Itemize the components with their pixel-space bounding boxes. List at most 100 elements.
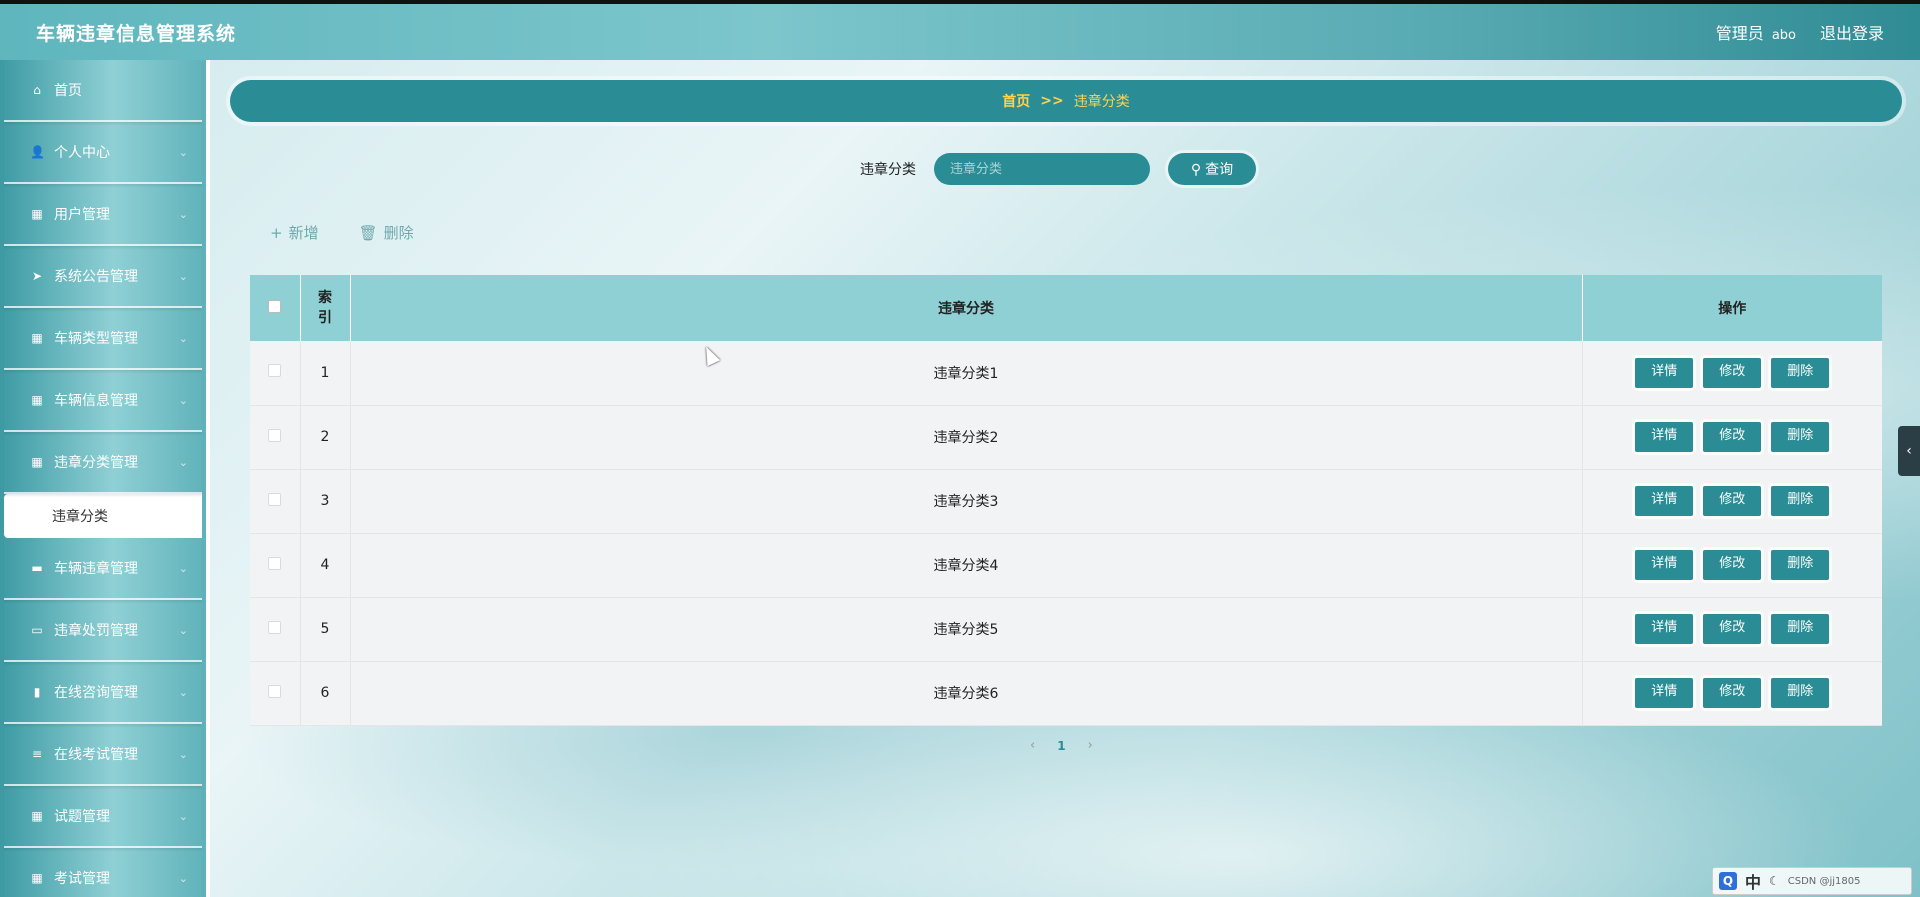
grid-icon: ▦ bbox=[31, 455, 43, 469]
delete-button[interactable]: 删除 bbox=[1771, 422, 1830, 452]
search-input[interactable] bbox=[934, 153, 1150, 185]
delete-button[interactable]: 删除 bbox=[1771, 550, 1830, 580]
collapse-panel-button[interactable]: ‹ bbox=[1898, 426, 1920, 476]
sidebar-item[interactable]: ▦ 违章分类管理 ⌄ bbox=[4, 432, 202, 494]
prev-page-button[interactable]: ‹ bbox=[1030, 738, 1035, 753]
sidebar-item[interactable]: ▦ 车辆信息管理 ⌄ bbox=[4, 370, 202, 432]
row-select-cell[interactable] bbox=[250, 469, 301, 533]
row-operations: 详情 修改 删除 bbox=[1582, 405, 1882, 469]
edit-button[interactable]: 修改 bbox=[1703, 357, 1762, 388]
top-header: 车辆违章信息管理系统 管理员 abo 退出登录 bbox=[0, 0, 1920, 60]
row-select-cell[interactable] bbox=[250, 661, 301, 725]
sidebar-item[interactable]: ⌂ 首页 bbox=[4, 60, 202, 122]
edit-button[interactable]: 修改 bbox=[1703, 422, 1762, 452]
table-row: 1 违章分类1 详情 修改 删除 bbox=[250, 341, 1882, 405]
delete-button[interactable]: 删除 bbox=[1771, 614, 1830, 644]
edit-button[interactable]: 修改 bbox=[1703, 550, 1762, 580]
sidebar-item[interactable]: ▦ 车辆类型管理 ⌄ bbox=[4, 308, 202, 370]
monitor-icon: ▭ bbox=[31, 623, 43, 637]
bar-chart-icon: ▮ bbox=[33, 685, 41, 699]
sidebar-item-label: 在线考试管理 bbox=[54, 747, 138, 763]
row-checkbox[interactable] bbox=[268, 620, 282, 634]
chevron-down-icon: ⌄ bbox=[178, 561, 188, 575]
detail-button[interactable]: 详情 bbox=[1635, 550, 1694, 580]
header-select-all[interactable] bbox=[250, 275, 301, 341]
detail-button[interactable]: 详情 bbox=[1635, 486, 1694, 516]
sidebar-item-label: 在线咨询管理 bbox=[54, 685, 138, 701]
sidebar-item[interactable]: ▦ 试题管理 ⌄ bbox=[4, 786, 202, 848]
header-operation: 操作 bbox=[1718, 301, 1747, 317]
sidebar-item[interactable]: ▦ 用户管理 ⌄ bbox=[4, 184, 202, 246]
chevron-down-icon: ⌄ bbox=[178, 269, 188, 283]
row-operations: 详情 修改 删除 bbox=[1582, 341, 1882, 405]
sidebar-item[interactable]: ≡ 在线考试管理 ⌄ bbox=[4, 724, 202, 786]
chevron-down-icon: ⌄ bbox=[178, 871, 188, 885]
sidebar-item-label: 车辆违章管理 bbox=[54, 561, 138, 577]
delete-button[interactable]: 删除 bbox=[1771, 357, 1830, 388]
sidebar-item[interactable]: ▬ 车辆违章管理 ⌄ bbox=[4, 538, 202, 600]
row-category: 违章分类5 bbox=[350, 597, 1583, 661]
row-select-cell[interactable] bbox=[250, 533, 301, 597]
home-icon: ⌂ bbox=[33, 83, 41, 97]
app-title: 车辆违章信息管理系统 bbox=[36, 22, 237, 45]
row-select-cell[interactable] bbox=[250, 341, 301, 405]
breadcrumb-home[interactable]: 首页 bbox=[1002, 91, 1030, 111]
breadcrumb-current: 违章分类 bbox=[1073, 94, 1130, 110]
sidebar-item[interactable]: ▦ 考试管理 ⌄ bbox=[4, 848, 202, 897]
sidebar-item[interactable]: ▭ 违章处罚管理 ⌄ bbox=[4, 600, 202, 662]
sidebar-item[interactable]: 👤 个人中心 ⌄ bbox=[4, 122, 202, 184]
search-button[interactable]: ⚲ 查询 bbox=[1168, 153, 1256, 185]
row-category: 违章分类3 bbox=[350, 469, 1583, 533]
sidebar-item-label: 车辆信息管理 bbox=[54, 393, 138, 409]
select-all-checkbox[interactable] bbox=[268, 299, 282, 313]
briefcase-icon: ▬ bbox=[31, 561, 43, 575]
sidebar-subitem-active[interactable]: 违章分类 bbox=[4, 494, 202, 538]
detail-button[interactable]: 详情 bbox=[1635, 422, 1694, 452]
delete-button[interactable]: 删除 bbox=[1771, 678, 1830, 708]
detail-button[interactable]: 详情 bbox=[1635, 678, 1694, 708]
row-checkbox[interactable] bbox=[268, 556, 282, 570]
chevron-down-icon: ⌄ bbox=[178, 685, 188, 699]
row-checkbox[interactable] bbox=[268, 492, 282, 506]
current-page[interactable]: 1 bbox=[1057, 739, 1065, 753]
chevron-down-icon: ⌄ bbox=[178, 623, 188, 637]
edit-button[interactable]: 修改 bbox=[1703, 614, 1762, 644]
delete-button[interactable]: 删除 bbox=[1771, 486, 1830, 516]
row-checkbox[interactable] bbox=[268, 428, 282, 442]
batch-delete-button[interactable]: 🗑 删除 bbox=[359, 222, 414, 243]
detail-button[interactable]: 详情 bbox=[1635, 357, 1694, 388]
edit-button[interactable]: 修改 bbox=[1703, 486, 1762, 516]
chevron-down-icon: ⌄ bbox=[178, 747, 188, 761]
search-bar: 违章分类 ⚲ 查询 bbox=[860, 153, 1256, 185]
chevron-down-icon: ⌄ bbox=[178, 331, 188, 345]
data-table: 索引 违章分类 操作 1 违章分类1 详情 修改 删除 2 违章分类2 详情 修改 删除 3 违章分类… bbox=[250, 275, 1882, 726]
ime-lang-indicator[interactable]: 中 bbox=[1745, 869, 1761, 893]
add-button[interactable]: + 新增 bbox=[270, 222, 319, 243]
sidebar-item[interactable]: ▮ 在线咨询管理 ⌄ bbox=[4, 662, 202, 724]
row-checkbox[interactable] bbox=[268, 684, 282, 698]
row-operations: 详情 修改 删除 bbox=[1582, 597, 1882, 661]
search-label: 违章分类 bbox=[860, 162, 916, 178]
row-category: 违章分类4 bbox=[350, 533, 1583, 597]
sidebar-item[interactable]: ➤ 系统公告管理 ⌄ bbox=[4, 246, 202, 308]
system-tray: Q 中 ☾ CSDN @jj1805 bbox=[1712, 867, 1912, 895]
watermark-text: CSDN @jj1805 bbox=[1787, 875, 1861, 887]
chevron-down-icon: ⌄ bbox=[178, 145, 188, 159]
row-index: 5 bbox=[300, 597, 351, 661]
next-page-button[interactable]: › bbox=[1088, 738, 1093, 753]
row-select-cell[interactable] bbox=[250, 597, 301, 661]
logout-link[interactable]: 退出登录 bbox=[1820, 20, 1884, 44]
row-checkbox[interactable] bbox=[268, 364, 282, 378]
batch-delete-label: 删除 bbox=[383, 224, 414, 242]
header-index: 索引 bbox=[300, 275, 351, 341]
breadcrumb: 首页 >> 违章分类 bbox=[230, 80, 1902, 122]
edit-button[interactable]: 修改 bbox=[1703, 678, 1762, 708]
app-q-icon[interactable]: Q bbox=[1719, 872, 1737, 890]
row-select-cell[interactable] bbox=[250, 405, 301, 469]
pagination: ‹ 1 › bbox=[1030, 738, 1093, 753]
detail-button[interactable]: 详情 bbox=[1635, 614, 1694, 644]
user-icon: 👤 bbox=[30, 145, 45, 159]
chevron-down-icon: ⌄ bbox=[178, 455, 188, 469]
row-category: 违章分类1 bbox=[350, 341, 1583, 405]
table-row: 3 违章分类3 详情 修改 删除 bbox=[250, 469, 1882, 533]
